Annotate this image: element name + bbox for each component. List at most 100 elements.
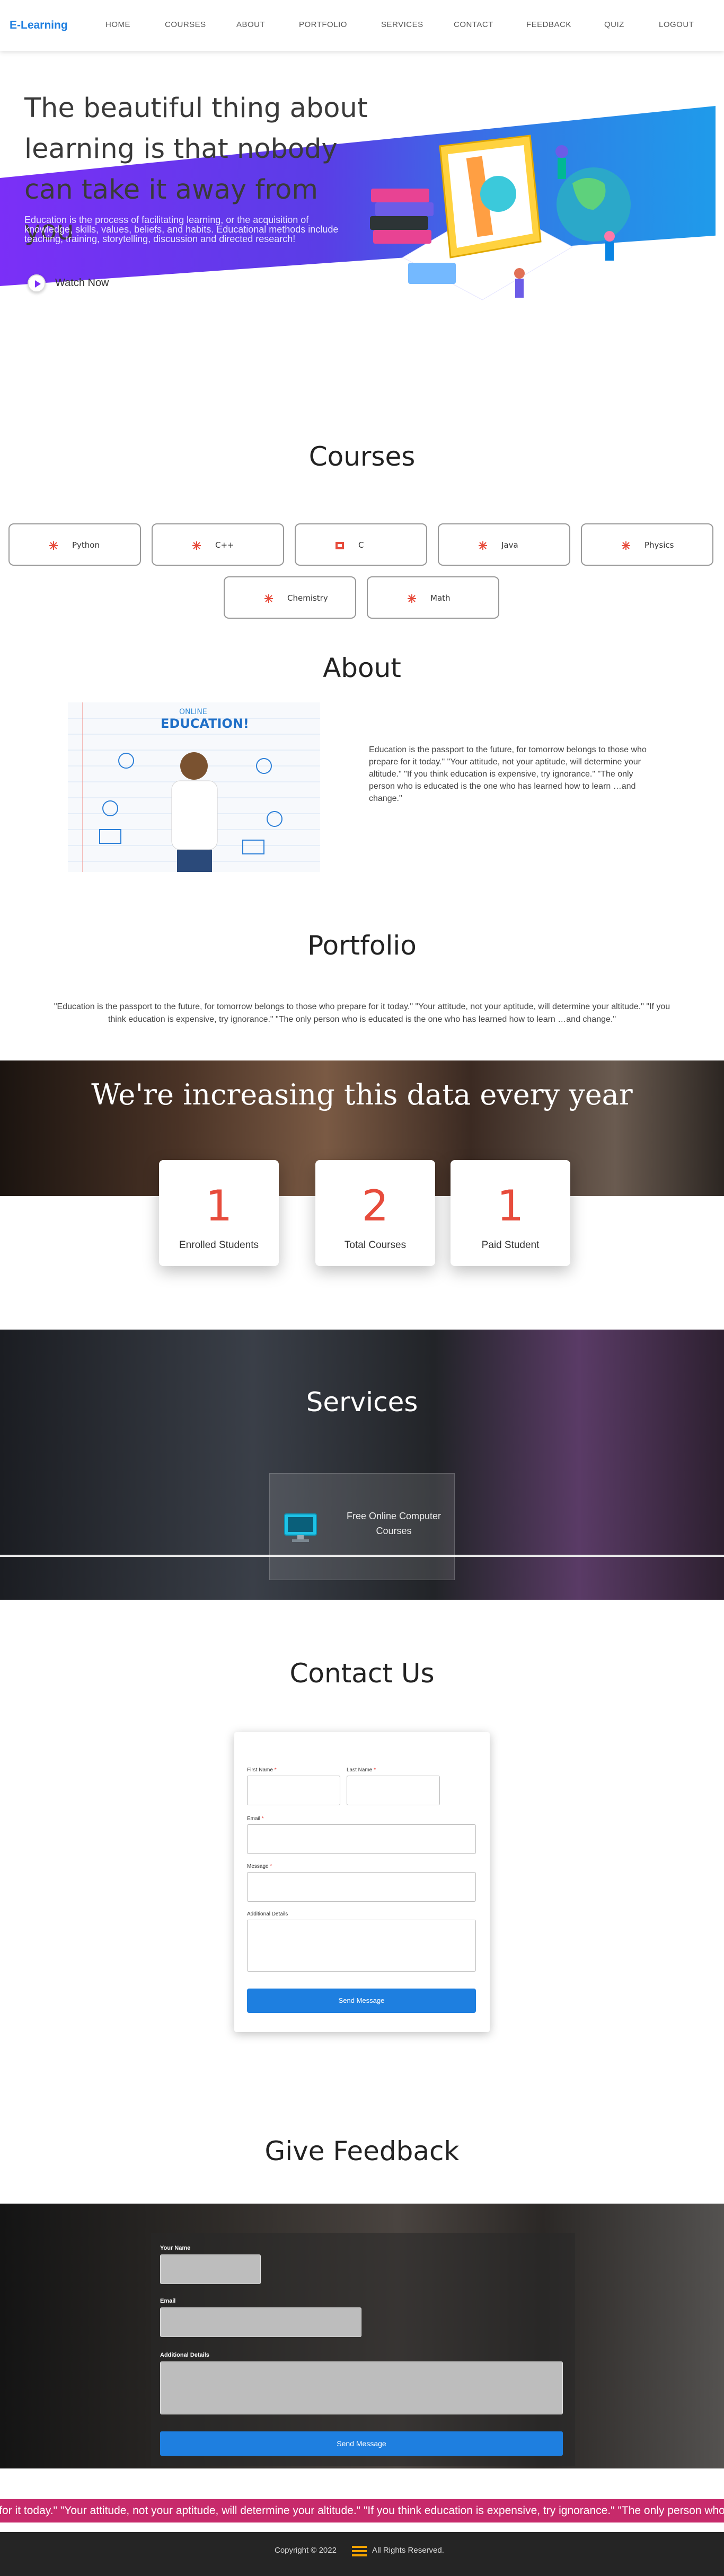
stat-label: Total Courses (344, 1240, 407, 1251)
footer-logo-icon (352, 2546, 367, 2556)
contact-form: First Name * Last Name * Email * Message… (234, 1732, 490, 2032)
stat-label: Paid Student (481, 1240, 540, 1251)
footer: Copyright © 2022 All Rights Reserved. (0, 2532, 724, 2576)
bulb-shape (480, 176, 516, 212)
watch-now-play-button[interactable] (28, 274, 46, 292)
person-figure-shape (555, 145, 568, 158)
email-label: Email * (247, 1816, 264, 1822)
course-card-cpp[interactable]: C++ (152, 523, 284, 566)
brand-logo[interactable]: E-Learning (10, 19, 68, 32)
feedback-details-textarea[interactable] (160, 2361, 563, 2414)
your-name-field[interactable] (160, 2254, 261, 2284)
nav-services[interactable]: SERVICES (381, 20, 423, 29)
book-shape (373, 230, 431, 244)
course-label: Python (72, 540, 100, 550)
stat-label: Enrolled Students (179, 1240, 259, 1251)
laptop-shape (408, 263, 456, 284)
person-figure-shape (558, 158, 566, 179)
course-icon (621, 541, 631, 550)
nav-courses[interactable]: COURSES (165, 20, 206, 29)
hero-illustration (370, 135, 631, 300)
last-name-field[interactable] (347, 1776, 440, 1805)
nav-quiz[interactable]: QUIZ (604, 20, 624, 29)
feedback-email-field[interactable] (160, 2307, 361, 2337)
additional-details-label: Additional Details (247, 1911, 288, 1917)
first-name-field[interactable] (247, 1776, 340, 1805)
email-field[interactable] (247, 1824, 476, 1854)
course-icon (478, 541, 488, 550)
contact-title: Contact Us (289, 1658, 435, 1689)
person-shirt-shape (171, 780, 218, 850)
stat-value: 1 (497, 1181, 524, 1231)
hero-description: Education is the process of facilitating… (24, 215, 339, 244)
course-label: Math (430, 593, 451, 603)
course-label: C++ (215, 540, 234, 550)
watch-now-label[interactable]: Watch Now (55, 277, 109, 289)
portfolio-title: Portfolio (307, 930, 417, 961)
person-figure-shape (605, 242, 614, 261)
stat-card-enrolled: 1 Enrolled Students (159, 1160, 279, 1266)
nav-home[interactable]: HOME (105, 20, 130, 29)
course-label: Chemistry (287, 593, 328, 603)
course-card-chemistry[interactable]: Chemistry (224, 576, 356, 619)
courses-title: Courses (308, 441, 416, 472)
feedback-email-label: Email (160, 2298, 176, 2304)
stat-value: 1 (205, 1181, 233, 1231)
computer-icon (284, 1513, 317, 1542)
course-icon (49, 541, 58, 550)
nav-about[interactable]: ABOUT (236, 20, 265, 29)
navbar: E-Learning HOME COURSES ABOUT PORTFOLIO … (0, 0, 724, 51)
footer-copyright: Copyright © 2022 (275, 2546, 337, 2555)
your-name-label: Your Name (160, 2245, 191, 2251)
course-card-java[interactable]: Java (438, 523, 570, 566)
feedback-title: Give Feedback (264, 2136, 460, 2167)
stat-card-paid: 1 Paid Student (451, 1160, 570, 1266)
additional-details-textarea[interactable] (247, 1920, 476, 1972)
feedback-details-label: Additional Details (160, 2352, 209, 2358)
about-image-text: EDUCATION! (161, 716, 249, 731)
send-message-button[interactable]: Send Message (247, 1989, 476, 2013)
course-card-physics[interactable]: Physics (581, 523, 713, 566)
last-name-label: Last Name * (347, 1767, 376, 1773)
about-illustration: ONLINE EDUCATION! (68, 702, 320, 872)
play-icon (35, 280, 41, 288)
person-head-shape (180, 752, 208, 780)
course-icon (192, 541, 201, 550)
stat-value: 2 (361, 1181, 389, 1231)
feedback-send-button[interactable]: Send Message (160, 2431, 563, 2456)
person-figure-shape (514, 268, 525, 279)
about-text: Education is the passport to the future,… (369, 745, 647, 803)
nav-logout[interactable]: LOGOUT (659, 20, 694, 29)
book-shape (370, 216, 428, 230)
nav-contact[interactable]: CONTACT (454, 20, 493, 29)
person-figure-shape (515, 279, 524, 298)
about-image-text: ONLINE (179, 708, 207, 716)
person-figure-shape (604, 231, 615, 242)
book-shape (371, 189, 429, 202)
course-icon (264, 594, 273, 603)
message-field[interactable] (247, 1872, 476, 1902)
services-title: Services (306, 1387, 418, 1418)
portfolio-quote: "Education is the passport to the future… (54, 1002, 670, 1024)
course-card-python[interactable]: Python (8, 523, 141, 566)
service-label: Free Online Computer Courses (346, 1511, 442, 1536)
quote-marquee: prepare for it today." "Your attitude, n… (0, 2499, 724, 2522)
person-jeans-shape (177, 850, 212, 872)
book-shape (375, 202, 434, 216)
about-title: About (323, 653, 401, 683)
course-card-math[interactable]: Math (367, 576, 499, 619)
course-label: Physics (644, 540, 674, 550)
first-name-label: First Name * (247, 1767, 277, 1773)
message-label: Message * (247, 1864, 272, 1869)
course-label: Java (501, 540, 518, 550)
course-icon (407, 594, 417, 603)
course-label: C (358, 540, 364, 550)
course-icon (335, 541, 345, 550)
marquee-text: prepare for it today." "Your attitude, n… (0, 2504, 724, 2517)
nav-feedback[interactable]: FEEDBACK (526, 20, 571, 29)
footer-rights: All Rights Reserved. (372, 2546, 444, 2555)
service-card[interactable]: Free Online Computer Courses (269, 1473, 455, 1580)
course-card-c[interactable]: C (295, 523, 427, 566)
stats-title: We're increasing this data every year (91, 1078, 633, 1111)
nav-portfolio[interactable]: PORTFOLIO (299, 20, 347, 29)
